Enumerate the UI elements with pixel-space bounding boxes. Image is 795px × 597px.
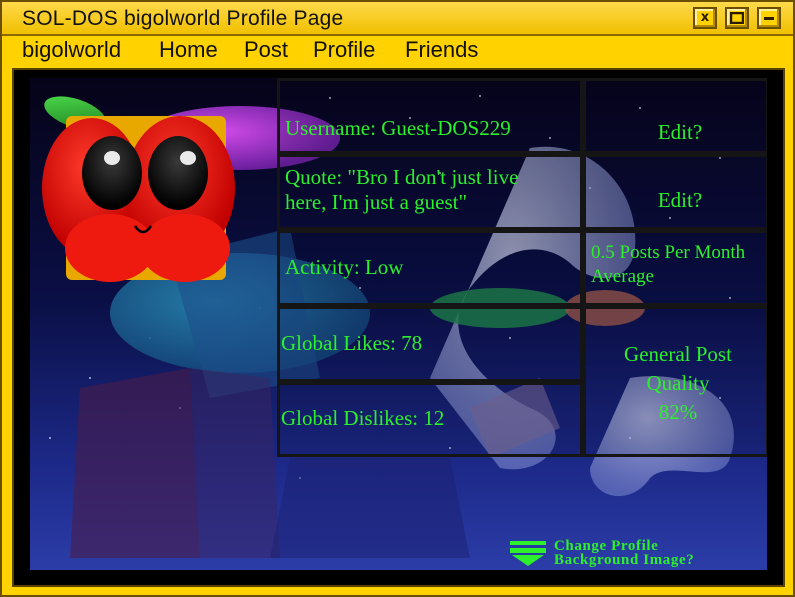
close-icon[interactable]: x xyxy=(693,7,717,29)
title-bar[interactable]: SOL-DOS bigolworld Profile Page x xyxy=(2,2,793,36)
profile-frame: Username: Guest-DOS229 Edit? Quote: "Bro… xyxy=(12,68,785,587)
quote-text-line2: here, I'm just a guest" xyxy=(285,190,468,214)
posts-rate-line1: 0.5 Posts Per Month xyxy=(591,242,746,263)
menu-bar: bigolworld Home Post Profile Friends xyxy=(2,37,793,64)
username-text: Username: Guest-DOS229 xyxy=(285,116,511,140)
global-dislikes-text: Global Dislikes: 12 xyxy=(281,406,445,430)
avatar[interactable] xyxy=(30,78,250,298)
post-quality-percent: 82% xyxy=(658,400,698,424)
maximize-icon[interactable] xyxy=(725,7,749,29)
global-likes-text: Global Likes: 78 xyxy=(281,331,423,355)
app-window: SOL-DOS bigolworld Profile Page x bigolw… xyxy=(0,0,795,597)
change-background-line2: Background Image? xyxy=(554,552,695,568)
profile-background: Username: Guest-DOS229 Edit? Quote: "Bro… xyxy=(30,78,767,570)
menu-item-bigolworld[interactable]: bigolworld xyxy=(22,37,121,63)
menu-item-home[interactable]: Home xyxy=(159,37,218,63)
post-quality-line2: Quality xyxy=(646,371,710,395)
arrow-down-icon xyxy=(510,541,546,566)
post-quality-line1: General Post xyxy=(624,342,732,366)
change-background-line1: Change Profile xyxy=(554,538,659,554)
quote-text-line1: Quote: "Bro I don't just live xyxy=(285,165,519,189)
maximize-glyph xyxy=(729,11,745,25)
edit-quote-link[interactable]: Edit? xyxy=(600,188,760,213)
menu-item-profile[interactable]: Profile xyxy=(313,37,375,63)
activity-text: Activity: Low xyxy=(285,255,404,279)
menu-item-post[interactable]: Post xyxy=(244,37,288,63)
minimize-icon[interactable] xyxy=(757,7,781,29)
minimize-glyph xyxy=(764,17,774,20)
posts-rate-line2: Average xyxy=(591,266,654,287)
change-background-button[interactable]: Change Profile Background Image? xyxy=(508,538,767,570)
menu-item-friends[interactable]: Friends xyxy=(405,37,478,63)
edit-username-link[interactable]: Edit? xyxy=(600,120,760,145)
window-title: SOL-DOS bigolworld Profile Page xyxy=(22,7,344,30)
